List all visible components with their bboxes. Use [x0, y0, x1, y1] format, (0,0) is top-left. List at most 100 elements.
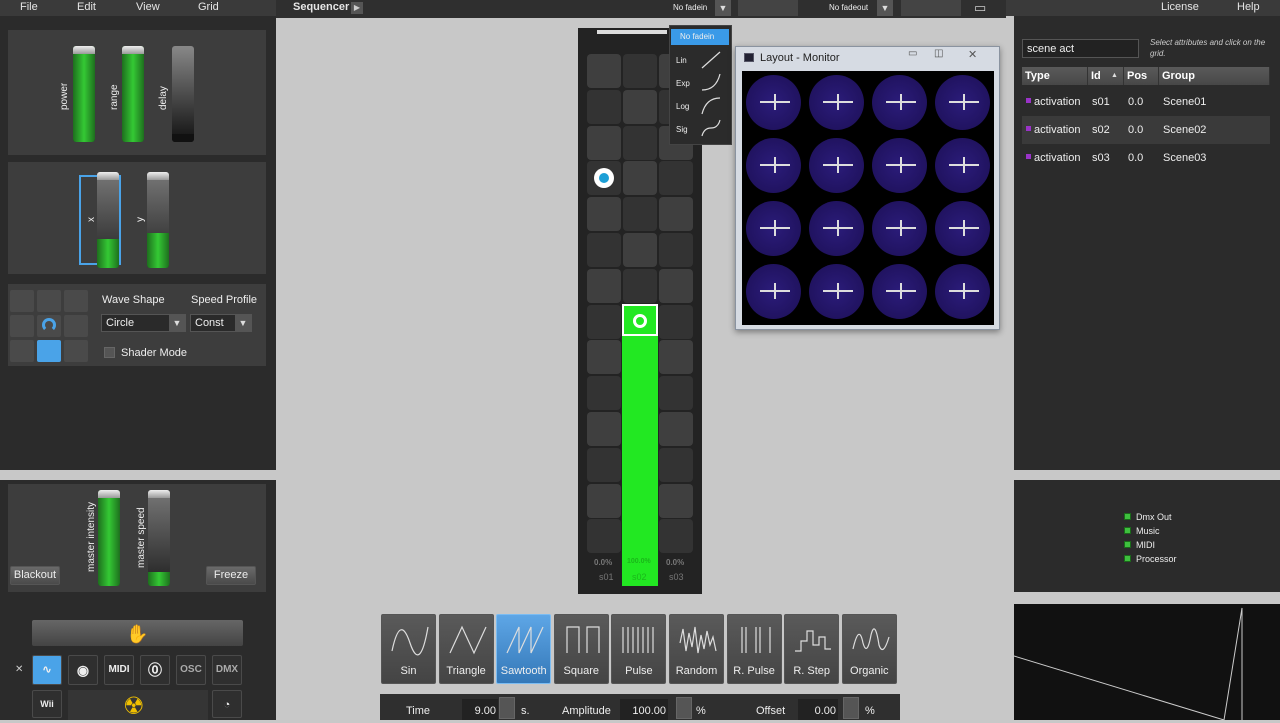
dir-button[interactable] [10, 290, 34, 312]
master-intensity-slider[interactable] [98, 490, 120, 586]
grid-cell[interactable] [659, 340, 693, 375]
grid-cell[interactable] [659, 268, 693, 303]
grid-cell[interactable] [587, 125, 621, 160]
table-row[interactable]: activation s03 0.0 Scene03 [1022, 144, 1270, 172]
menu-file[interactable]: File [20, 0, 38, 16]
s01-marker[interactable] [594, 168, 614, 188]
grid-cell[interactable] [623, 54, 657, 88]
grid-cell[interactable] [587, 304, 621, 339]
wave-sawtooth-button[interactable]: Sawtooth [496, 614, 552, 684]
fade-option-log[interactable]: Log [676, 102, 689, 111]
master-speed-slider[interactable] [148, 490, 170, 586]
table-row[interactable]: activation s02 0.0 Scene02 [1022, 116, 1270, 144]
range-slider[interactable] [122, 46, 144, 142]
tuio-plugin-icon[interactable]: ⓪ [140, 655, 170, 685]
grid-cell[interactable] [587, 447, 621, 482]
wave-organic-button[interactable]: Organic [841, 614, 897, 684]
maximize-icon[interactable]: ◫ [934, 48, 943, 59]
midi-plugin-button[interactable]: MIDI [104, 655, 134, 685]
fade-option-exp[interactable]: Exp [676, 79, 690, 88]
grid-cell[interactable] [659, 412, 693, 446]
menu-help[interactable]: Help [1237, 0, 1260, 16]
dmx-plugin-button[interactable]: DMX [212, 655, 242, 685]
time-stepper[interactable] [499, 697, 515, 719]
monitor-icon[interactable]: ▭ [974, 0, 990, 16]
y-slider[interactable] [147, 172, 169, 268]
grid-cell[interactable] [587, 197, 621, 232]
grid-cell[interactable] [587, 233, 621, 267]
menu-view[interactable]: View [136, 0, 160, 16]
table-row[interactable]: activation s01 0.0 Scene01 [1022, 88, 1270, 116]
grid-cell[interactable] [659, 483, 693, 518]
drag-bar[interactable]: ✋ [32, 620, 243, 646]
fade-option-lin[interactable]: Lin [676, 56, 687, 65]
close-icon[interactable]: ✕ [968, 48, 977, 61]
grid-cell[interactable] [587, 519, 621, 554]
music-plugin-icon[interactable]: ◉ [68, 655, 98, 685]
blackout-button[interactable]: Blackout [10, 566, 60, 585]
grid-cell[interactable] [623, 197, 657, 232]
wave-plugin-icon[interactable]: ∿ [32, 655, 62, 685]
fadein-select[interactable]: No fadein ▼ [669, 0, 731, 16]
wave-r-pulse-button[interactable]: R. Pulse [726, 614, 782, 684]
grid-cell[interactable] [623, 161, 657, 196]
grid-cell[interactable] [623, 268, 657, 303]
grid-cell[interactable] [659, 447, 693, 482]
dir-button[interactable] [10, 340, 34, 362]
wave-random-button[interactable]: Random [669, 614, 724, 684]
power-slider[interactable] [73, 46, 95, 142]
amplitude-stepper[interactable] [676, 697, 692, 719]
s02-marker[interactable] [622, 304, 658, 336]
wave-sin-button[interactable]: Sin [381, 614, 436, 684]
radiation-icon[interactable]: ☢ [123, 692, 145, 721]
wave-shape-select[interactable]: Circle ▼ [101, 314, 186, 332]
col-group[interactable]: Group [1159, 67, 1270, 85]
wii-plugin-button[interactable]: Wii [32, 690, 62, 718]
col-pos[interactable]: Pos [1124, 67, 1159, 85]
wave-triangle-button[interactable]: Triangle [438, 614, 494, 684]
grid-cell[interactable] [659, 519, 693, 554]
osc-plugin-button[interactable]: OSC [176, 655, 206, 685]
wave-square-button[interactable]: Square [553, 614, 609, 684]
close-icon[interactable]: ✕ [15, 664, 23, 675]
settings-plugin-icon[interactable]: ◔ [212, 690, 242, 718]
fadeout-select[interactable]: No fadeout ▼ [825, 0, 893, 16]
menu-edit[interactable]: Edit [77, 0, 96, 16]
dir-button[interactable] [37, 290, 61, 312]
s02-level-bar[interactable] [622, 304, 658, 586]
menu-grid[interactable]: Grid [198, 0, 219, 16]
grid-cell[interactable] [659, 161, 693, 196]
time-input[interactable]: 9.00 [462, 699, 498, 720]
dir-button[interactable] [64, 340, 88, 362]
grid-cell[interactable] [623, 89, 657, 124]
fade-option-sig[interactable]: Sig [676, 125, 688, 134]
speed-profile-select[interactable]: Const ▼ [190, 314, 252, 332]
col-type[interactable]: Type [1022, 67, 1088, 85]
grid-cell[interactable] [659, 197, 693, 232]
x-slider[interactable] [97, 172, 119, 268]
dir-button[interactable] [64, 290, 88, 312]
col-id[interactable]: Id [1088, 67, 1124, 85]
amplitude-input[interactable]: 100.00 [620, 699, 668, 720]
search-input[interactable]: scene act [1022, 39, 1139, 58]
grid-cell[interactable] [659, 233, 693, 267]
delay-slider[interactable] [172, 46, 194, 142]
grid-cell[interactable] [587, 89, 621, 124]
grid-cell[interactable] [587, 54, 621, 88]
wave-pulse-button[interactable]: Pulse [611, 614, 667, 684]
offset-stepper[interactable] [843, 697, 859, 719]
grid-cell[interactable] [623, 125, 657, 160]
shader-mode-checkbox[interactable] [104, 347, 115, 358]
menu-license[interactable]: License [1161, 0, 1199, 16]
freeze-button[interactable]: Freeze [206, 566, 256, 585]
wave-r-step-button[interactable]: R. Step [784, 614, 840, 684]
grid-cell[interactable] [659, 376, 693, 411]
dir-button[interactable] [64, 315, 88, 337]
offset-input[interactable]: 0.00 [798, 699, 838, 720]
dir-button[interactable] [10, 315, 34, 337]
grid-cell[interactable] [587, 340, 621, 375]
fade-option-nofadein[interactable]: No fadein [680, 32, 714, 41]
grid-cell[interactable] [587, 376, 621, 411]
minimize-icon[interactable]: ▭ [908, 48, 917, 59]
grid-cell[interactable] [659, 304, 693, 339]
